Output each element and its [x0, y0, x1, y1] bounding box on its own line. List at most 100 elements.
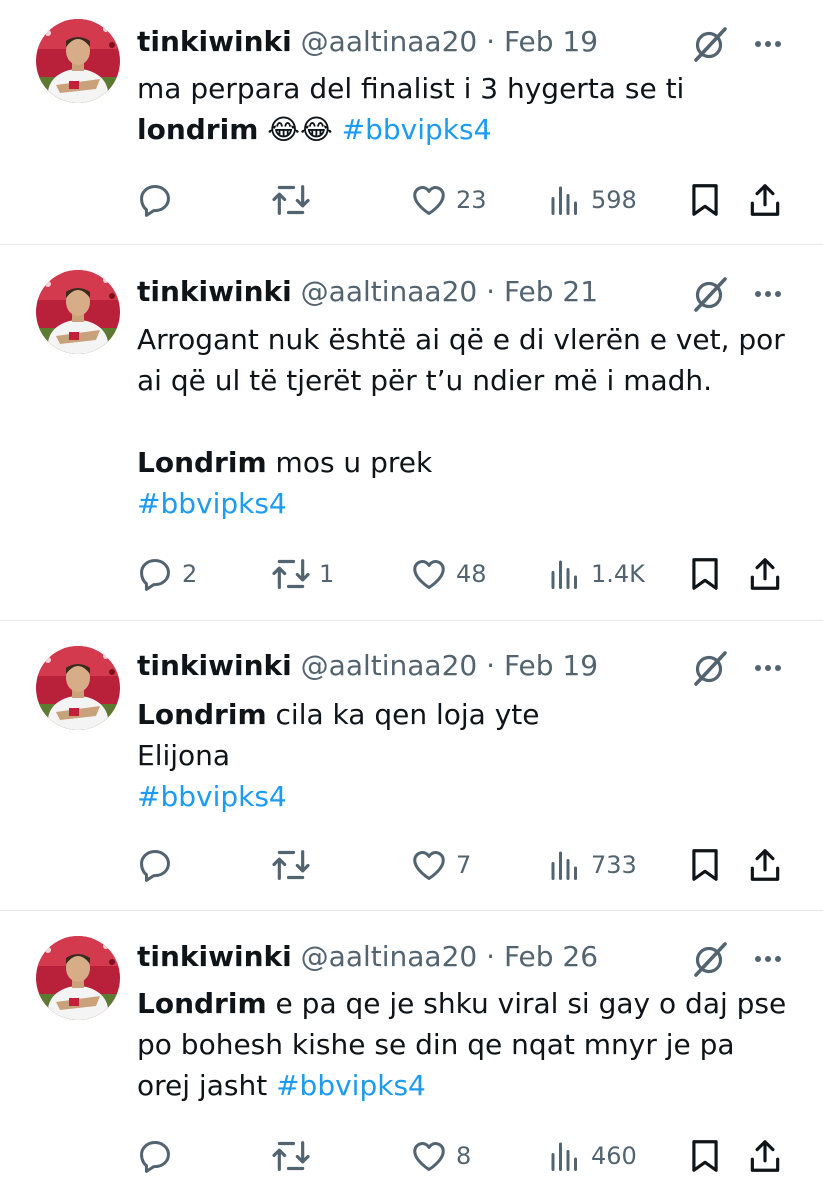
- like-button[interactable]: 23: [410, 180, 487, 220]
- separator: ·: [486, 940, 496, 973]
- text: Elijona: [137, 739, 231, 772]
- retweet-icon: [271, 1136, 311, 1176]
- views-button[interactable]: 733: [547, 845, 637, 885]
- speech-bubble-icon: [136, 846, 174, 884]
- share-button[interactable]: [746, 180, 784, 220]
- hashtag-link[interactable]: #bbvipks4: [137, 780, 287, 813]
- text: orej jasht: [137, 1069, 277, 1102]
- view-count: 733: [591, 851, 637, 879]
- like-button[interactable]: 8: [410, 1136, 471, 1176]
- heart-icon: [410, 1137, 448, 1175]
- separator: ·: [486, 649, 496, 682]
- bookmark-icon: [686, 1137, 724, 1175]
- tweet-text: Londrim cila ka qen loja yte Elijona #bb…: [137, 694, 797, 817]
- share-icon: [746, 181, 784, 219]
- speech-bubble-icon: [136, 181, 174, 219]
- retweet-button[interactable]: [271, 1136, 319, 1176]
- divider: [0, 620, 823, 621]
- share-button[interactable]: [746, 845, 784, 885]
- grok-icon[interactable]: [690, 24, 730, 64]
- text: Arrogant nuk është ai që e di vlerën e v…: [137, 323, 785, 356]
- like-count: 7: [456, 851, 472, 879]
- views-button[interactable]: 1.4K: [547, 554, 645, 594]
- handle[interactable]: @aaltinaa20: [301, 649, 478, 682]
- tweet-line: po bohesh kishe se din qe nqat mnyr je p…: [137, 1024, 797, 1065]
- retweet-icon: [271, 554, 311, 594]
- text: ai që ul të tjerët për t’u ndier më i ma…: [137, 364, 713, 397]
- share-icon: [746, 846, 784, 884]
- more-dots-icon[interactable]: [748, 648, 788, 688]
- avatar[interactable]: [36, 936, 120, 1020]
- speech-bubble-icon: [136, 1137, 174, 1175]
- bar-chart-icon: [547, 1137, 583, 1175]
- reply-button[interactable]: [136, 1136, 182, 1176]
- hashtag-link[interactable]: #bbvipks4: [342, 113, 492, 146]
- bookmark-button[interactable]: [686, 180, 724, 220]
- bookmark-icon: [686, 555, 724, 593]
- bar-chart-icon: [547, 181, 583, 219]
- tweet-text: Londrim e pa qe je shku viral si gay o d…: [137, 983, 797, 1106]
- retweet-button[interactable]: 1: [271, 554, 334, 594]
- avatar[interactable]: [36, 646, 120, 730]
- hashtag-link[interactable]: #bbvipks4: [137, 487, 287, 520]
- tweet-header: tinkiwinki @aaltinaa20 · Feb 19: [137, 646, 598, 686]
- retweet-button[interactable]: [271, 845, 319, 885]
- timestamp[interactable]: Feb 26: [504, 940, 598, 973]
- display-name[interactable]: tinkiwinki: [137, 649, 292, 682]
- avatar[interactable]: [36, 270, 120, 354]
- retweet-icon: [271, 180, 311, 220]
- bookmark-button[interactable]: [686, 845, 724, 885]
- bookmark-button[interactable]: [686, 554, 724, 594]
- views-button[interactable]: 460: [547, 1136, 637, 1176]
- bookmark-button[interactable]: [686, 1136, 724, 1176]
- handle[interactable]: @aaltinaa20: [301, 25, 478, 58]
- action-bar: 2 1 48 1.4K: [0, 554, 823, 594]
- handle[interactable]: @aaltinaa20: [301, 275, 478, 308]
- view-count: 460: [591, 1142, 637, 1170]
- text: cila ka qen loja yte: [266, 698, 540, 731]
- more-dots-icon[interactable]: [748, 274, 788, 314]
- grok-icon[interactable]: [690, 274, 730, 314]
- tweet-line: Londrim mos u prek: [137, 442, 797, 483]
- view-count: 1.4K: [591, 560, 645, 588]
- bookmark-icon: [686, 846, 724, 884]
- grok-icon[interactable]: [690, 939, 730, 979]
- bold-text: Londrim: [137, 987, 267, 1020]
- divider: [0, 244, 823, 245]
- share-button[interactable]: [746, 554, 784, 594]
- reply-button[interactable]: [136, 845, 182, 885]
- action-bar: 8 460: [0, 1136, 823, 1176]
- more-dots-icon[interactable]: [748, 24, 788, 64]
- share-button[interactable]: [746, 1136, 784, 1176]
- timestamp[interactable]: Feb 19: [504, 649, 598, 682]
- grok-icon[interactable]: [690, 648, 730, 688]
- reply-button[interactable]: [136, 180, 182, 220]
- text: ma perpara del finalist i 3 hygerta se t…: [137, 72, 685, 105]
- display-name[interactable]: tinkiwinki: [137, 275, 292, 308]
- views-button[interactable]: 598: [547, 180, 637, 220]
- retweet-icon: [271, 845, 311, 885]
- more-dots-icon[interactable]: [748, 939, 788, 979]
- like-count: 48: [456, 560, 487, 588]
- reply-button[interactable]: 2: [136, 554, 197, 594]
- like-button[interactable]: 48: [410, 554, 487, 594]
- tweet-line: ai që ul të tjerët për t’u ndier më i ma…: [137, 360, 797, 401]
- like-count: 8: [456, 1142, 472, 1170]
- handle[interactable]: @aaltinaa20: [301, 940, 478, 973]
- timestamp[interactable]: Feb 19: [504, 25, 598, 58]
- speech-bubble-icon: [136, 555, 174, 593]
- display-name[interactable]: tinkiwinki: [137, 940, 292, 973]
- tweet-line: Londrim e pa qe je shku viral si gay o d…: [137, 983, 797, 1024]
- bar-chart-icon: [547, 846, 583, 884]
- timestamp[interactable]: Feb 21: [504, 275, 598, 308]
- divider: [0, 910, 823, 911]
- retweet-button[interactable]: [271, 180, 319, 220]
- heart-icon: [410, 181, 448, 219]
- bar-chart-icon: [547, 555, 583, 593]
- display-name[interactable]: tinkiwinki: [137, 25, 292, 58]
- action-bar: 23 598: [0, 180, 823, 220]
- like-button[interactable]: 7: [410, 845, 471, 885]
- hashtag-link[interactable]: #bbvipks4: [276, 1069, 426, 1102]
- avatar[interactable]: [36, 19, 120, 103]
